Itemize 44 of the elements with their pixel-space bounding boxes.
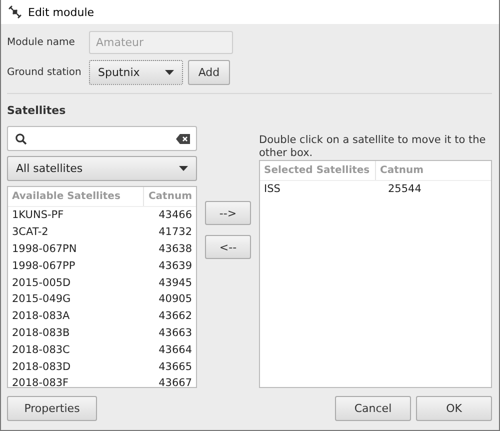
catnum-cell[interactable]: 43663 [154, 326, 196, 339]
caret-icon [179, 166, 188, 171]
catnum-cell[interactable]: 40905 [154, 293, 196, 306]
catnum-cell[interactable]: 43664 [154, 344, 196, 356]
ok-button[interactable]: OK [416, 396, 492, 421]
satellite-name[interactable]: 2018-083D [8, 360, 155, 373]
ground-station-label: Ground station [7, 67, 82, 78]
catnum-cell[interactable]: 25544 [384, 183, 491, 196]
ground-station-dropdown[interactable]: Sputnix [89, 60, 183, 85]
satellite-name[interactable]: 2015-049G [8, 293, 155, 306]
properties-button[interactable]: Properties [7, 396, 97, 421]
cancel-button[interactable]: Cancel [335, 396, 411, 421]
catnum-cell[interactable]: 41732 [154, 226, 196, 238]
catnum-cell[interactable]: 43945 [154, 276, 196, 289]
search-field[interactable] [7, 126, 197, 151]
satellite-name[interactable]: 2018-083B [8, 326, 155, 339]
move-button[interactable]: <-- [205, 235, 251, 259]
satellite-name[interactable]: 1998-067PN [8, 242, 155, 255]
satellite-name[interactable]: 2018-083F [8, 377, 155, 387]
hint-text: Double click on a satellite to move it to the other box. [259, 133, 487, 160]
caret-icon [165, 70, 174, 75]
catnum-cell[interactable]: 43466 [154, 209, 196, 222]
filter-dropdown[interactable]: All satellites [7, 156, 197, 181]
clear-icon[interactable] [176, 134, 190, 144]
catnum-cell[interactable]: 43667 [154, 377, 196, 387]
search-icon [15, 132, 27, 144]
move-button[interactable]: --> [205, 201, 251, 225]
add-button[interactable]: Add [188, 60, 230, 85]
section-title: Satellites [7, 104, 67, 117]
module-name-field[interactable]: Amateur [89, 31, 233, 54]
satellite-name[interactable]: 1KUNS-PF [8, 209, 155, 222]
satellite-icon [8, 5, 22, 19]
satellite-name[interactable]: 2018-083C [8, 344, 155, 356]
satellite-name[interactable]: 2018-083A [8, 310, 155, 322]
catnum-cell[interactable]: 43662 [154, 310, 196, 322]
satellite-name[interactable]: 1998-067PP [8, 260, 155, 272]
catnum-cell[interactable]: 43665 [154, 360, 196, 373]
satellite-name[interactable]: 2015-005D [8, 276, 155, 289]
catnum-cell[interactable]: 43639 [154, 260, 196, 272]
satellite-name[interactable]: ISS [260, 183, 384, 196]
catnum-cell[interactable]: 43638 [154, 242, 196, 255]
window-title: Edit module [28, 6, 94, 18]
module-name-label: Module name [7, 37, 76, 48]
satellite-name[interactable]: 3CAT-2 [8, 226, 155, 238]
